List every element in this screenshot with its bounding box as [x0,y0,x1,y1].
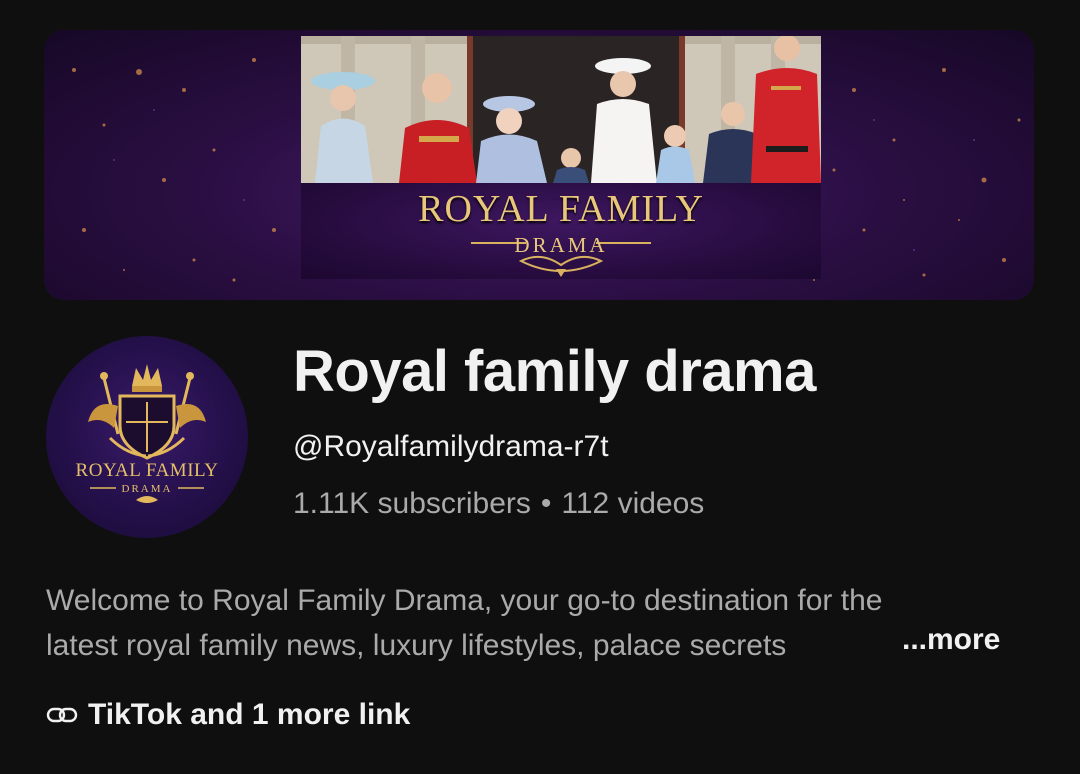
banner-subtitle: DRAMA [514,233,608,257]
banner-photo [301,36,821,183]
links-label: TikTok and 1 more link [88,698,411,731]
stats-separator: • [540,487,552,520]
link-icon [46,707,78,723]
channel-avatar[interactable]: ROYAL FAMILY DRAMA [46,336,248,538]
royal-family-balcony-photo [301,36,821,183]
video-count: 112 videos [561,487,705,520]
channel-stats: 1.11K subscribers • 112 videos [293,487,704,521]
channel-banner: ROYAL FAMILY DRAMA [44,30,1034,300]
channel-name: Royal family drama [293,339,816,404]
crown-crest-icon [88,364,206,503]
banner-title-area: ROYAL FAMILY DRAMA [301,183,821,279]
channel-description[interactable]: Welcome to Royal Family Drama, your go-t… [46,578,1036,668]
description-line-1: Welcome to Royal Family Drama, your go-t… [46,584,883,617]
description-line-2: latest royal family news, luxury lifesty… [46,623,888,668]
avatar-title: ROYAL FAMILY [75,460,219,481]
subscriber-count: 1.11K subscribers [293,487,531,520]
more-button[interactable]: ...more [902,623,1000,657]
avatar-subtitle: DRAMA [121,483,173,495]
channel-handle: @Royalfamilydrama-r7t [293,430,609,463]
channel-links[interactable]: TikTok and 1 more link [46,698,410,732]
channel-page: ROYAL FAMILY DRAMA ROYAL FAMILY DRAMA Ro… [0,0,1080,774]
banner-title: ROYAL FAMILY [418,188,704,230]
